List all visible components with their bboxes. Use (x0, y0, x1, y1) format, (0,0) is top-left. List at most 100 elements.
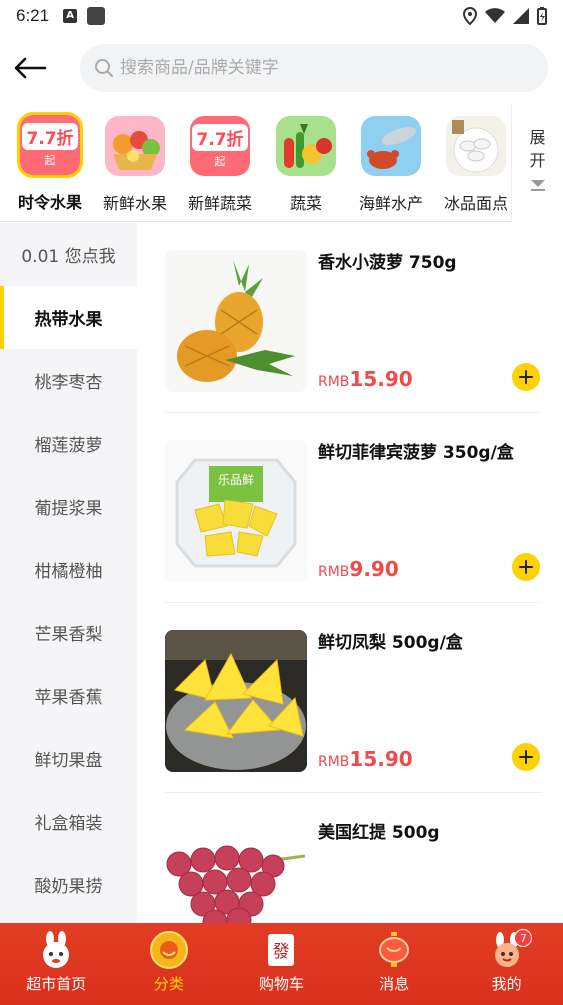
product-name: 香水小菠萝 750g (318, 253, 457, 273)
expand-categories-button[interactable]: 展 开 (511, 104, 563, 222)
category-seasonal-fruit[interactable]: 7.7折起 时令水果 (8, 112, 92, 216)
product-image (165, 250, 307, 392)
signal-icon (513, 8, 529, 24)
category-seafood[interactable]: 海鲜水产 (349, 112, 433, 216)
discount-badge-sub: 起 (214, 154, 226, 168)
tab-home[interactable]: 超市首页 (0, 923, 113, 1005)
sidebar-item-durian-pineapple[interactable]: 榴莲菠萝 (0, 412, 137, 475)
product-price: RMB9.90 (318, 557, 399, 581)
tab-label: 分类 (153, 975, 184, 993)
search-bar[interactable] (80, 44, 548, 92)
category-fresh-vegetables[interactable]: 7.7折起 新鲜蔬菜 (178, 112, 262, 216)
tab-label: 购物车 (258, 975, 304, 993)
product-card[interactable]: 香水小菠萝 750g RMB15.90 (165, 223, 542, 413)
tab-label: 消息 (379, 975, 410, 993)
expand-bar-icon (530, 189, 545, 191)
tab-label: 超市首页 (26, 975, 87, 993)
category-strip: 7.7折起 时令水果 新鲜水果 7.7折起 新鲜蔬菜 蔬菜 海鲜水产 冰品面点 … (0, 104, 563, 222)
sidebar-item-label: 酸奶果捞 (34, 877, 103, 897)
product-image (165, 820, 307, 923)
sidebar-item-mango-pear[interactable]: 芒果香梨 (0, 601, 137, 664)
sidebar-item-label: 苹果香蕉 (34, 688, 103, 708)
notification-icon (87, 7, 106, 25)
sidebar-item-label: 葡提浆果 (34, 499, 103, 519)
sidebar-item-citrus[interactable]: 柑橘橙柚 (0, 538, 137, 601)
price-currency: RMB (318, 374, 350, 390)
price-currency: RMB (318, 754, 350, 770)
sidebar-item-label: 0.01 您点我 (21, 247, 116, 267)
sidebar-item-label: 芒果香梨 (34, 625, 103, 645)
notification-badge: 7 (514, 929, 533, 947)
tab-messages[interactable]: 消息 (338, 923, 451, 1005)
category-vegetables[interactable]: 蔬菜 (264, 112, 348, 216)
add-to-cart-button[interactable] (512, 363, 540, 391)
header (0, 40, 563, 96)
product-image (165, 630, 307, 772)
screen: 6:21 A 7.7折起 时令水果 新鲜 (0, 0, 563, 1005)
discount-badge-text: 7.7折 (192, 123, 248, 151)
category-fresh-fruit[interactable]: 新鲜水果 (93, 112, 177, 216)
accessibility-icon: A (63, 9, 78, 23)
product-name: 鲜切菲律宾菠萝 350g/盒 (318, 443, 514, 463)
category-label: 新鲜蔬菜 (187, 194, 252, 213)
wifi-icon (485, 8, 505, 23)
sidebar-item-label: 榴莲菠萝 (34, 436, 103, 456)
sidebar-item-gift-box[interactable]: 礼盒箱装 (0, 790, 137, 853)
box-label: 乐品鲜 (218, 473, 254, 487)
sidebar-item-apple-banana[interactable]: 苹果香蕉 (0, 664, 137, 727)
add-to-cart-button[interactable] (512, 553, 540, 581)
status-time: 6:21 (16, 6, 50, 25)
tab-category[interactable]: 分类 (113, 923, 226, 1005)
product-list: 香水小菠萝 750g RMB15.90 乐品鲜 鲜切菲律宾菠萝 350g/盒 R… (137, 223, 563, 923)
vegetables-icon (276, 116, 336, 176)
plus-icon (519, 370, 533, 384)
plus-icon (519, 750, 533, 764)
sidebar-item-tropical-fruit[interactable]: 热带水果 (0, 286, 137, 349)
back-button[interactable] (0, 40, 60, 96)
category-label: 新鲜水果 (102, 194, 167, 213)
expand-label: 展 (529, 128, 546, 147)
price-currency: RMB (318, 564, 350, 580)
sidebar-item-label: 热带水果 (34, 310, 103, 330)
product-price: RMB15.90 (318, 367, 413, 391)
tab-label: 我的 (491, 975, 522, 993)
category-label: 时令水果 (17, 193, 82, 212)
sidebar-item-stone-fruit[interactable]: 桃李枣杏 (0, 349, 137, 412)
rabbit-mascot-icon (37, 931, 75, 969)
price-amount: 15.90 (349, 367, 413, 391)
tab-profile[interactable]: 7 我的 (450, 923, 563, 1005)
category-frozen-dim-sum[interactable]: 冰品面点 (434, 112, 518, 216)
bottom-tab-bar: 超市首页 分类 發 购物车 消息 7 我的 (0, 923, 563, 1005)
search-input[interactable] (120, 58, 520, 78)
status-bar: 6:21 A (0, 0, 563, 32)
search-icon (95, 59, 113, 77)
sidebar-item-grapes-berries[interactable]: 葡提浆果 (0, 475, 137, 538)
seafood-icon (361, 116, 421, 176)
category-label: 海鲜水产 (358, 194, 423, 213)
plus-icon (519, 560, 533, 574)
cart-tile-icon: 發 (262, 931, 300, 969)
expand-label: 开 (529, 151, 546, 170)
category-label: 蔬菜 (289, 194, 322, 213)
product-name: 美国红提 500g (318, 823, 440, 843)
tab-cart[interactable]: 發 购物车 (225, 923, 338, 1005)
expand-arrow-icon (530, 180, 545, 187)
product-price: RMB15.90 (318, 747, 413, 771)
status-icons (463, 7, 547, 25)
product-card[interactable]: 美国红提 500g (165, 793, 542, 923)
sidebar-item-fruit-platter[interactable]: 鲜切果盘 (0, 727, 137, 790)
sidebar-item-label: 桃李枣杏 (34, 373, 103, 393)
product-card[interactable]: 鲜切凤梨 500g/盒 RMB15.90 (165, 603, 542, 793)
cart-tile-glyph: 發 (273, 942, 290, 962)
discount-badge-text: 7.7折 (22, 122, 78, 150)
price-amount: 9.90 (349, 557, 399, 581)
dumplings-icon (446, 116, 506, 176)
product-card[interactable]: 乐品鲜 鲜切菲律宾菠萝 350g/盒 RMB9.90 (165, 413, 542, 603)
sidebar-item-yogurt-fruit[interactable]: 酸奶果捞 (0, 853, 137, 916)
location-icon (463, 7, 477, 25)
subcategory-sidebar: 0.01 您点我 热带水果 桃李枣杏 榴莲菠萝 葡提浆果 柑橘橙柚 芒果香梨 苹… (0, 223, 137, 923)
sidebar-item-promo[interactable]: 0.01 您点我 (0, 223, 137, 286)
add-to-cart-button[interactable] (512, 743, 540, 771)
discount-7.7-icon: 7.7折起 (17, 112, 83, 178)
discount-7.7-icon: 7.7折起 (190, 116, 250, 176)
